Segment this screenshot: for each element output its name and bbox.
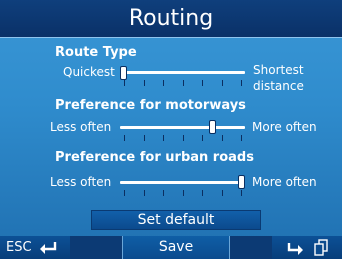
slider-tick xyxy=(221,135,223,141)
slider-tick xyxy=(143,190,145,196)
esc-label: ESC xyxy=(6,240,32,255)
esc-button[interactable]: ESC xyxy=(0,236,70,259)
route-type-title: Route Type xyxy=(55,45,137,60)
slider-tick xyxy=(202,135,203,141)
save-button[interactable]: Save xyxy=(122,236,230,259)
routing-screen: Routing Route Type Quickest Shortest dis… xyxy=(0,0,342,259)
urban-roads-right-label: More often xyxy=(252,175,317,189)
slider-tick xyxy=(202,190,203,196)
route-type-slider-thumb[interactable] xyxy=(120,66,127,80)
copy-pages-icon[interactable] xyxy=(314,239,328,259)
slider-tick xyxy=(163,190,164,196)
page-title: Routing xyxy=(128,6,214,31)
route-type-left-label: Quickest xyxy=(63,65,115,79)
set-default-button[interactable]: Set default xyxy=(91,210,261,230)
urban-roads-slider-ticks xyxy=(120,190,245,196)
route-type-slider-ticks xyxy=(120,80,245,86)
slider-tick xyxy=(182,135,184,141)
route-type-right-label-line1: Shortest xyxy=(253,63,304,77)
slider-tick xyxy=(182,80,184,86)
urban-roads-slider-track[interactable] xyxy=(120,181,245,184)
slider-tick xyxy=(124,135,125,141)
redo-arrow-icon[interactable] xyxy=(286,241,306,259)
slider-tick xyxy=(143,80,145,86)
slider-tick xyxy=(221,190,223,196)
slider-tick xyxy=(163,135,164,141)
motorways-title: Preference for motorways xyxy=(55,98,246,113)
slider-tick xyxy=(124,190,125,196)
slider-tick xyxy=(124,80,125,86)
motorways-slider-ticks xyxy=(120,135,245,141)
redo-copy-button[interactable] xyxy=(272,236,342,259)
urban-roads-title: Preference for urban roads xyxy=(55,150,254,165)
return-arrow-icon xyxy=(38,240,58,259)
route-type-slider-track[interactable] xyxy=(120,71,245,74)
urban-roads-slider-thumb[interactable] xyxy=(238,175,245,189)
slider-tick xyxy=(143,135,145,141)
urban-roads-left-label: Less often xyxy=(50,175,112,189)
slider-tick xyxy=(182,190,184,196)
route-type-right-label-line2: distance xyxy=(253,79,304,93)
motorways-slider-thumb[interactable] xyxy=(208,120,216,134)
motorways-right-label: More often xyxy=(252,120,317,134)
slider-tick xyxy=(163,80,164,86)
motorways-slider-track[interactable] xyxy=(120,126,245,129)
slider-tick xyxy=(241,80,242,86)
motorways-left-label: Less often xyxy=(50,120,112,134)
title-bar: Routing xyxy=(0,0,342,38)
slider-tick xyxy=(241,190,242,196)
slider-tick xyxy=(221,80,223,86)
slider-tick xyxy=(202,80,203,86)
slider-tick xyxy=(241,135,242,141)
